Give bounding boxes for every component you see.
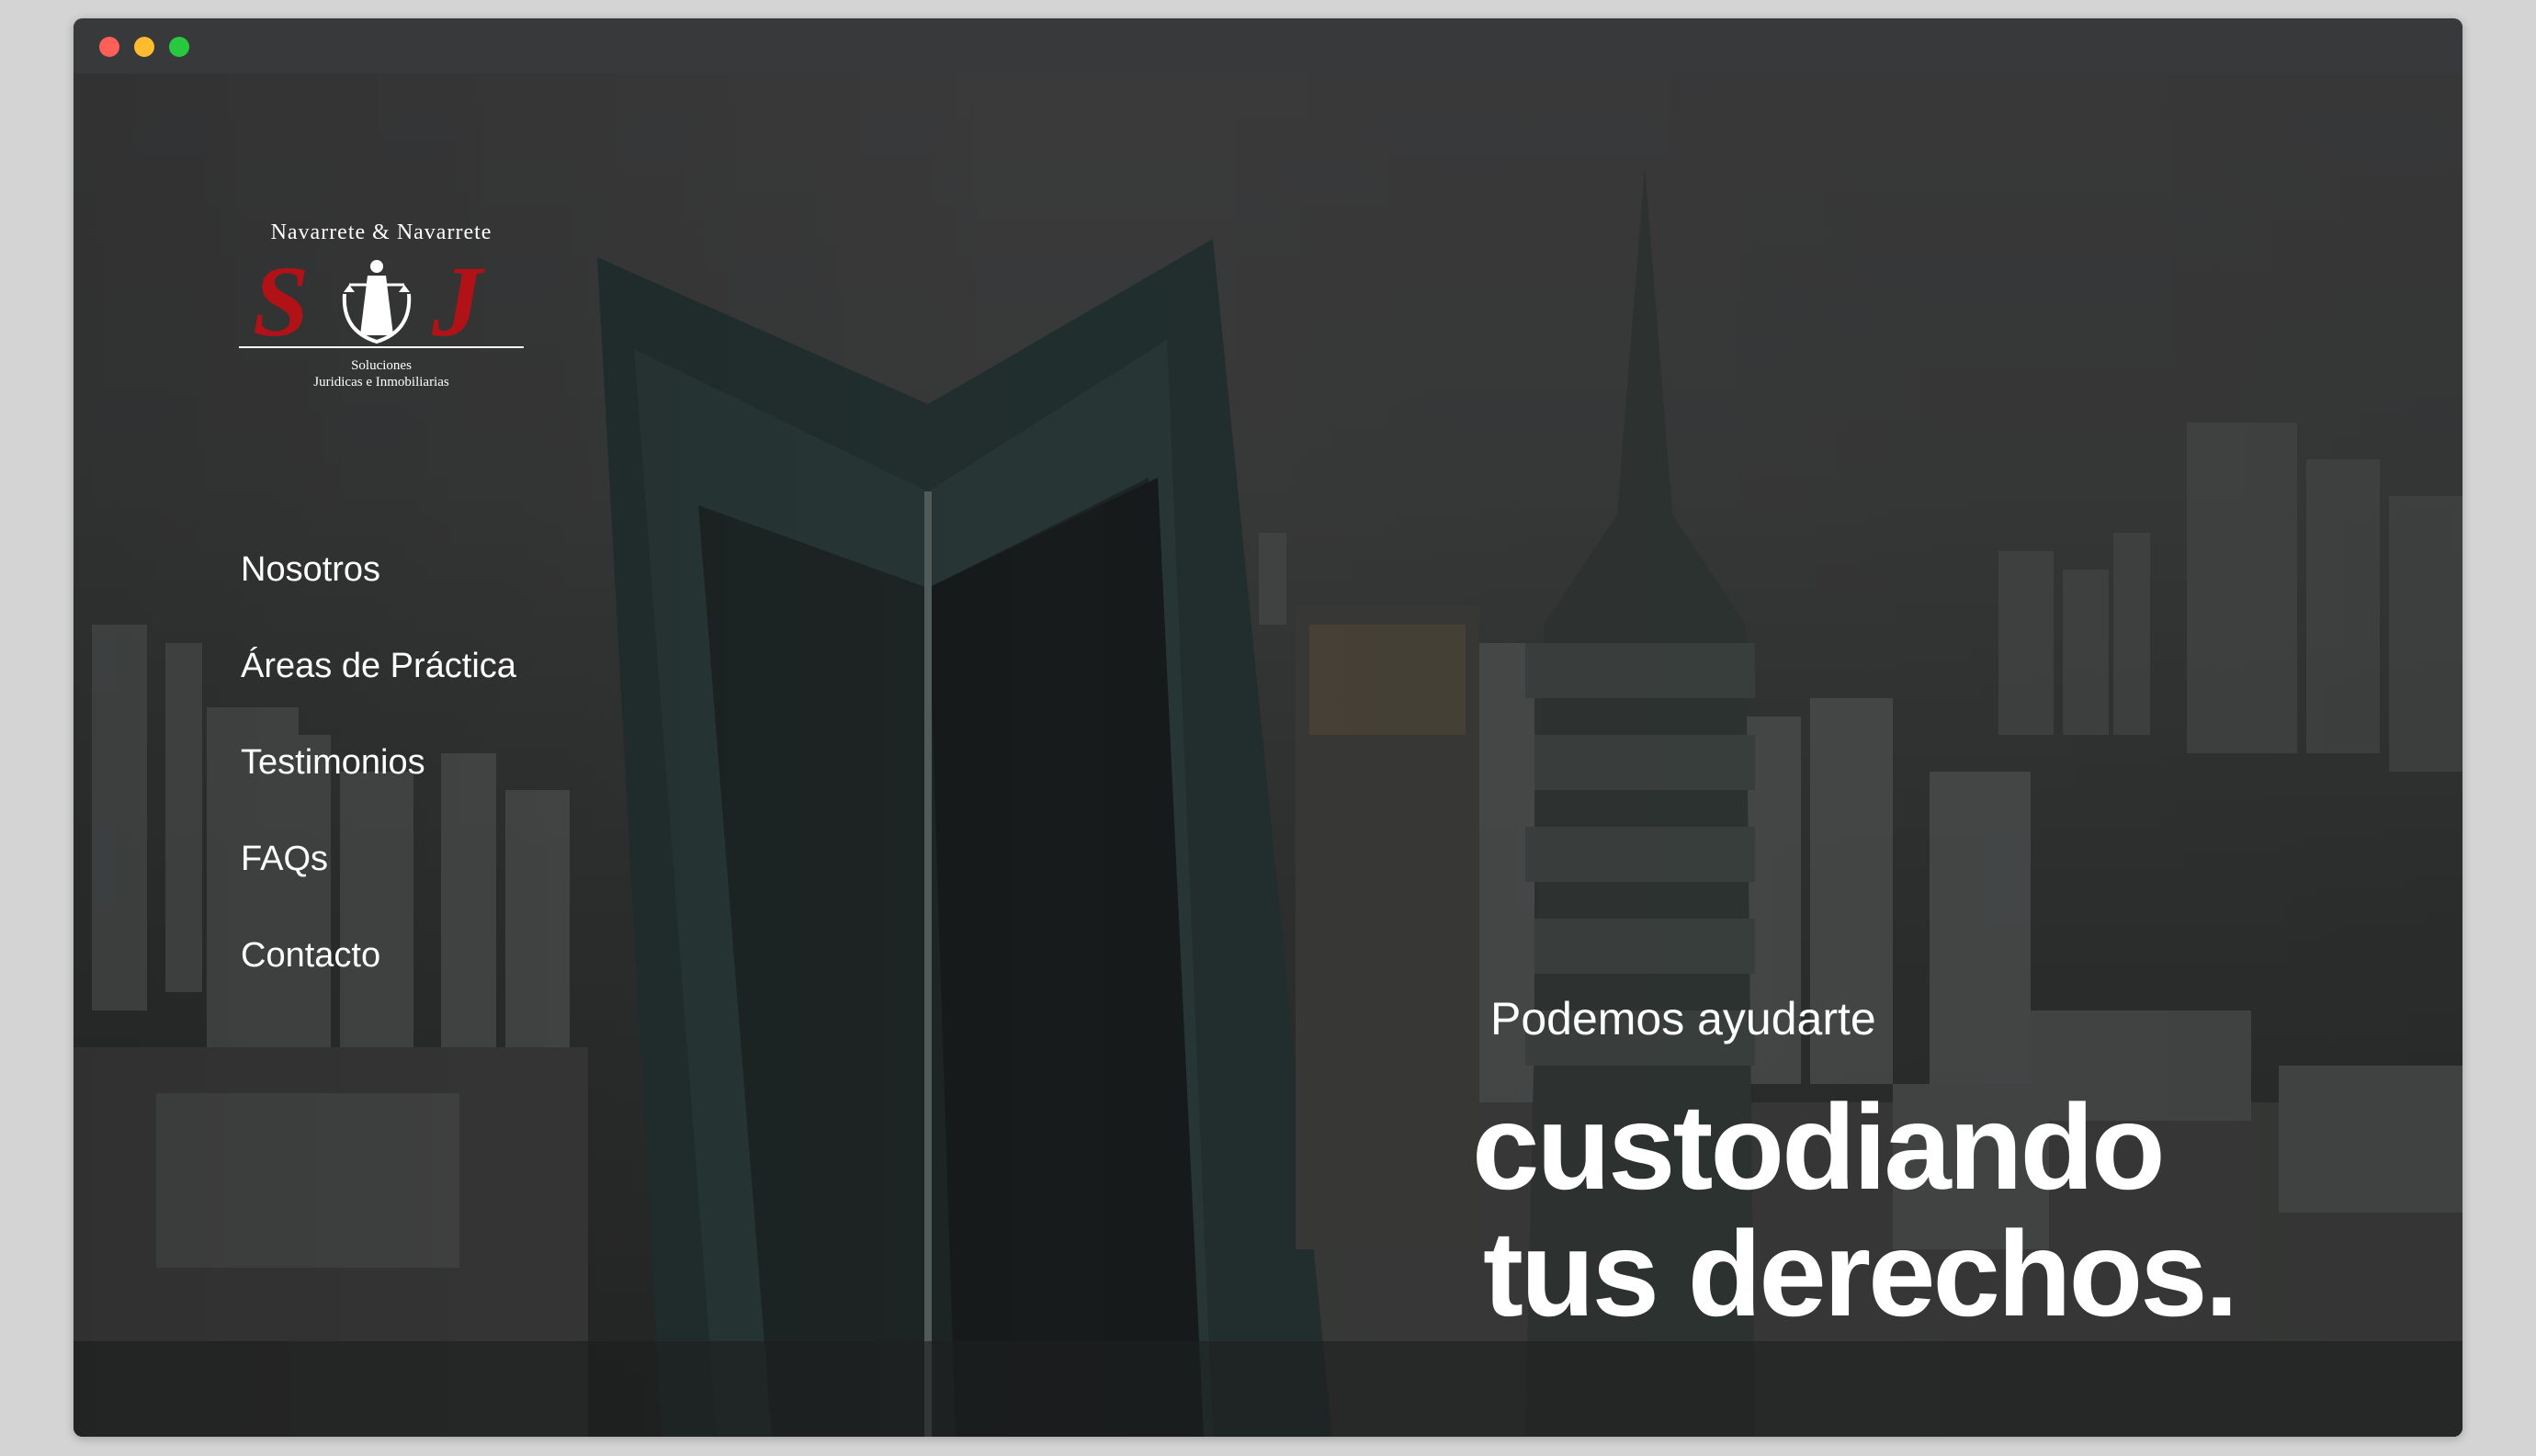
hero-title-line1: custodiando — [1472, 1079, 2166, 1214]
nav-item-contacto[interactable]: Contacto — [241, 937, 516, 974]
minimize-window-button[interactable] — [134, 37, 154, 57]
lady-justice-icon: S J — [239, 248, 524, 349]
logo-firm-name: Navarrete & Navarrete — [270, 220, 492, 244]
hero-section: Navarrete & Navarrete S J Soluciones Jur… — [74, 73, 2462, 1437]
nav-item-faqs[interactable]: FAQs — [241, 841, 516, 877]
window-titlebar — [74, 18, 2462, 73]
logo-monogram-left: S — [253, 248, 309, 349]
nav-item-testimonios[interactable]: Testimonios — [241, 744, 516, 781]
logo-subtitle-line2: Juridicas e Inmobiliarias — [313, 375, 449, 389]
hero-subtitle: Podemos ayudarte — [1490, 993, 1876, 1044]
company-logo[interactable]: Navarrete & Navarrete S J Soluciones Jur… — [239, 220, 524, 404]
hero-title-line2: tus derechos. — [1483, 1206, 2238, 1341]
logo-monogram-right: J — [431, 248, 485, 349]
main-navigation: Nosotros Áreas de Práctica Testimonios F… — [241, 551, 516, 1033]
nav-item-areas-de-practica[interactable]: Áreas de Práctica — [241, 648, 516, 684]
close-window-button[interactable] — [99, 37, 119, 57]
maximize-window-button[interactable] — [169, 37, 189, 57]
browser-window: Navarrete & Navarrete S J Soluciones Jur… — [74, 18, 2462, 1437]
hero-title: custodiando tus derechos. — [1472, 1079, 2238, 1341]
nav-item-nosotros[interactable]: Nosotros — [241, 551, 516, 588]
logo-subtitle-line1: Soluciones — [351, 358, 412, 373]
